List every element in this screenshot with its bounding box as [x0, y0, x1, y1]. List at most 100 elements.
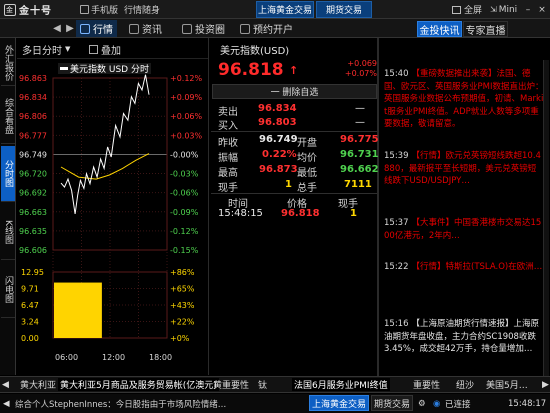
- stat-label-high: 最高: [218, 168, 238, 179]
- up-arrow-icon: ↑: [289, 64, 299, 77]
- period-select[interactable]: 多日分时 ▼: [22, 42, 71, 57]
- pct-tick-label: -0.15%: [170, 246, 199, 255]
- status-btn-shanghai-gold[interactable]: 上海黄金交易: [309, 395, 369, 411]
- trades-header-qty: 现手: [338, 199, 358, 210]
- bottom-tab-item[interactable]: 美国5月…: [486, 378, 528, 391]
- price-tick-label: 96.806: [19, 112, 47, 121]
- minimize-button[interactable]: –: [523, 3, 533, 16]
- left-vertical-tabs: 外汇报价 综合看盘 分时图 K线图 闪电图: [0, 38, 16, 375]
- price-tick-label: 96.834: [19, 93, 47, 102]
- bottom-tab-item[interactable]: 钛: [258, 378, 267, 391]
- mini-button[interactable]: ⇲ Mini: [490, 3, 517, 16]
- bottom-tab-item[interactable]: 纽沙: [456, 378, 474, 391]
- sell-label: 卖出: [218, 107, 238, 118]
- news-scrollbar[interactable]: [543, 60, 549, 378]
- overlay-button[interactable]: 叠加: [89, 42, 121, 57]
- chevron-down-icon: ▼: [65, 45, 71, 53]
- bottom-tabs-right-arrow[interactable]: ▶: [542, 378, 549, 391]
- bottom-tab-item[interactable]: 黄大利亚5月商品及服务贸易帐(亿澳元): [58, 378, 219, 391]
- stat-open: 96.775: [340, 134, 379, 145]
- bottom-tabs-left-arrow[interactable]: ◀: [2, 378, 9, 391]
- volume-speaker-icon[interactable]: ◀: [3, 397, 10, 410]
- stats-separator: [211, 193, 377, 194]
- trades-header-price: 价格: [287, 199, 307, 210]
- stat-label-cur-vol: 现手: [218, 183, 238, 194]
- vtab-overview[interactable]: 综合看盘: [1, 88, 15, 144]
- nav-back-icon[interactable]: ◀: [50, 21, 64, 36]
- news-item[interactable]: 15:39 【行情】欧元兑英镑短线跌超10.4880，最新报平至长短期，美元兑英镑…: [384, 150, 544, 188]
- chart-quote-divider: [208, 38, 209, 375]
- stat-label-avg: 均价: [297, 153, 317, 164]
- trade-qty: 1: [350, 208, 357, 219]
- stat-label-total-vol: 总手: [297, 183, 317, 194]
- nav-tab-quotes[interactable]: 行情: [76, 20, 117, 37]
- fullscreen-button[interactable]: 全屏: [452, 3, 482, 16]
- news-item[interactable]: 15:16 【上海原油期货行情速报】上海原油期货年盘收盘，主力合约SC1908收跌…: [384, 318, 544, 356]
- pct-tick-label: -0.12%: [170, 227, 199, 236]
- vtab-forex-quotes[interactable]: 外汇报价: [1, 40, 15, 86]
- price-chart[interactable]: 96.863 96.834 96.806 96.777 96.749 96.720 96.6…: [17, 60, 208, 375]
- pct-tick-label: +0.03%: [170, 131, 203, 140]
- buy-label: 买入: [218, 121, 238, 132]
- mini-icon: ⇲: [490, 5, 497, 14]
- price-tick-label: 96.663: [19, 208, 47, 217]
- tab-expert-live[interactable]: 专家直播: [463, 21, 508, 37]
- mobile-version-link[interactable]: 手机版: [80, 3, 118, 16]
- time-tick-label: 06:00: [55, 353, 78, 362]
- trading-app-window: 金 金十号 手机版 行情随身 上海黄金交易 期货交易 全屏 ⇲ Mini – ×…: [0, 0, 550, 413]
- news-item[interactable]: 15:40 【重磅数据推出来袭】法国、德国、欧元区、英国服务业PMI数据直出炉：英…: [384, 68, 544, 131]
- nav-forward-icon[interactable]: ▶: [63, 21, 77, 36]
- change-percent: +0.07%: [344, 69, 377, 78]
- vtab-kline[interactable]: K线图: [1, 204, 15, 260]
- top-tab-shanghai-gold[interactable]: 上海黄金交易: [256, 1, 314, 18]
- nav-tab-open-account[interactable]: 预约开户: [236, 20, 297, 37]
- pct-axis-labels: +0.12% +0.09% +0.06% +0.03% -0.00% -0.03% -0.0…: [170, 74, 203, 255]
- volume-tick-label: 12.95: [21, 268, 44, 277]
- volume-axis-labels: 12.95 9.71 6.47 3.24 0.00: [21, 268, 44, 343]
- tab-flash-news[interactable]: 金投快讯: [417, 21, 462, 37]
- bottom-tab-item[interactable]: 黄大利亚: [20, 378, 56, 391]
- status-btn-futures[interactable]: 期货交易: [371, 395, 413, 411]
- volume-pct-tick-label: +86%: [170, 268, 195, 277]
- price-change: +0.069 +0.07%: [337, 59, 377, 79]
- phone-icon: [80, 5, 89, 14]
- vtab-timeline[interactable]: 分时图: [1, 146, 15, 202]
- clock: 15:48:17: [508, 398, 547, 409]
- legend-swatch: [60, 67, 68, 70]
- time-tick-label: 12:00: [102, 353, 125, 362]
- app-logo: 金 金十号: [4, 2, 72, 17]
- news-item[interactable]: 15:22 【行情】特斯拉(TSLA.O)在欧洲…: [384, 261, 544, 274]
- news-feed[interactable]: 15:40 【重磅数据推出来袭】法国、德国、欧元区、英国服务业PMI数据直出炉：英…: [379, 60, 550, 378]
- sell-price: 96.834: [258, 103, 297, 114]
- bottom-tab-item[interactable]: 法国6月服务业PMI终值: [292, 378, 390, 391]
- app-name: 金十号: [19, 6, 52, 17]
- price-tick-label: 96.777: [19, 131, 47, 140]
- overlay-icon: [89, 44, 98, 54]
- news-ticker[interactable]: 综合个人StephenInnes：今日股指由于市场风险情绪…: [15, 397, 305, 410]
- settings-icon[interactable]: ⚙: [418, 397, 426, 410]
- close-button[interactable]: ×: [537, 3, 547, 16]
- stat-label-amplitude: 振幅: [218, 153, 238, 164]
- time-axis-labels: 06:00 12:00 18:00: [55, 353, 172, 362]
- nav-tab-invest-circle[interactable]: 投资圈: [178, 20, 229, 37]
- quotes-icon: [80, 23, 90, 34]
- volume-pct-tick-label: +65%: [170, 285, 195, 294]
- stat-high: 96.873: [259, 164, 298, 175]
- news-icon: [129, 23, 139, 34]
- price-axis-labels: 96.863 96.834 96.806 96.777 96.749 96.720 96.6…: [19, 74, 47, 255]
- vtab-lightning[interactable]: 闪电图: [1, 262, 15, 318]
- bottom-tab-item[interactable]: 黄重要性: [213, 378, 249, 391]
- nav-tab-news[interactable]: 资讯: [125, 20, 166, 37]
- stat-avg: 96.731: [340, 149, 379, 160]
- bottom-tab-item[interactable]: 重要性: [413, 378, 440, 391]
- remove-watchlist-button[interactable]: 一 删除自选: [212, 84, 377, 99]
- trades-header-time: 时间: [228, 199, 248, 210]
- price-tick-label: 96.606: [19, 246, 47, 255]
- price-panel-frame: [52, 77, 168, 251]
- pct-tick-label: +0.12%: [170, 74, 203, 83]
- quote-follow-link[interactable]: 行情随身: [124, 3, 160, 16]
- community-icon: [182, 23, 192, 34]
- top-tab-futures[interactable]: 期货交易: [316, 1, 372, 18]
- news-item[interactable]: 15:37 【大事件】中国香港楼市交易达1500亿港元，2年内…: [384, 217, 544, 242]
- volume-tick-label: 0.00: [21, 334, 39, 343]
